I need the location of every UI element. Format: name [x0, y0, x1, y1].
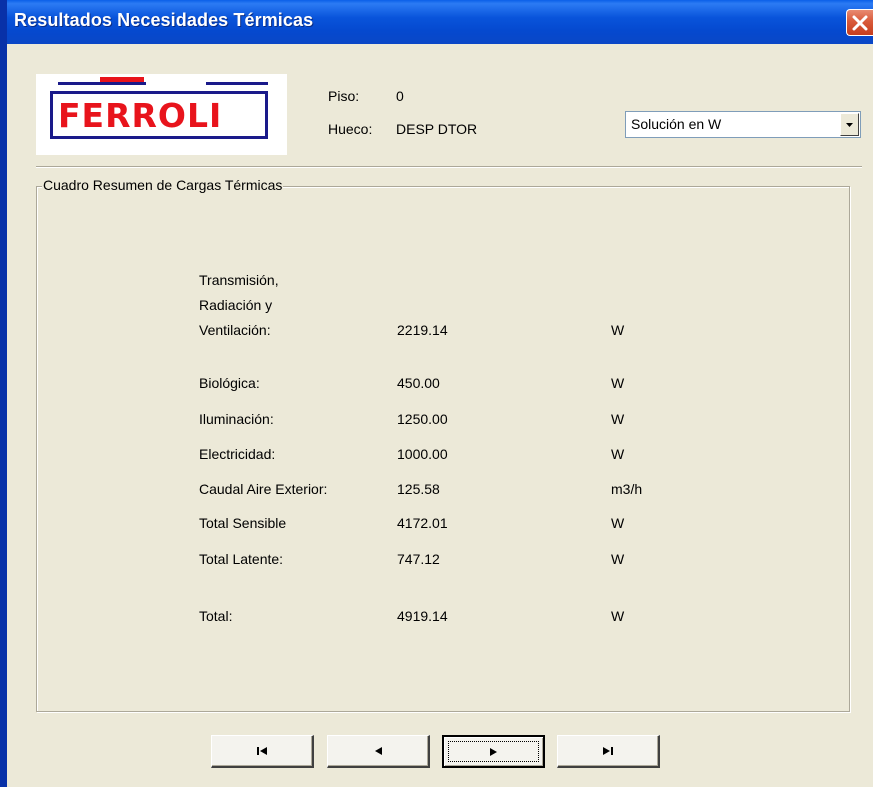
row-unit-total: W	[611, 608, 625, 624]
row-label-iluminacion: Iluminación:	[199, 411, 274, 427]
row-unit-biologica: W	[611, 375, 625, 391]
row-unit-electricidad: W	[611, 446, 625, 462]
units-select[interactable]: Solución en W	[625, 111, 861, 138]
first-record-button[interactable]	[211, 735, 314, 768]
close-icon	[852, 15, 868, 31]
row-value-caudal-aire: 125.58	[397, 481, 440, 497]
window-title: Resultados Necesidades Térmicas	[14, 10, 314, 30]
piso-label: Piso:	[328, 88, 360, 104]
row-label-caudal-aire: Caudal Aire Exterior:	[199, 481, 328, 497]
first-record-icon	[257, 747, 267, 755]
row-unit-total-latente: W	[611, 551, 625, 567]
row-value-total-latente: 747.12	[397, 551, 440, 567]
row-value-total-sensible: 4172.01	[397, 515, 448, 531]
row-value-total: 4919.14	[397, 608, 448, 624]
row-unit-total-sensible: W	[611, 515, 625, 531]
previous-record-icon	[375, 747, 382, 755]
summary-title: Cuadro Resumen de Cargas Térmicas	[42, 177, 284, 193]
row-value-biologica: 450.00	[397, 375, 440, 391]
piso-value: 0	[396, 88, 404, 104]
last-record-icon	[603, 747, 613, 755]
next-record-icon	[489, 747, 497, 756]
previous-record-button[interactable]	[327, 735, 430, 768]
logo-text: FERROLI	[58, 96, 223, 135]
hueco-label: Hueco:	[328, 121, 373, 137]
row-value-iluminacion: 1250.00	[397, 411, 448, 427]
ferroli-logo: FERROLI	[36, 74, 287, 155]
row-unit-iluminacion: W	[611, 411, 625, 427]
row-unit-caudal-aire: m3/h	[611, 481, 643, 497]
row-unit-transmision: W	[611, 322, 625, 338]
chevron-down-icon	[846, 123, 853, 127]
next-record-button[interactable]	[442, 735, 545, 768]
row-label-transmision-line3: Ventilación:	[199, 322, 271, 338]
row-label-total: Total:	[199, 608, 233, 624]
row-label-biologica: Biológica:	[199, 375, 260, 391]
row-label-electricidad: Electricidad:	[199, 446, 276, 462]
row-label-total-latente: Total Latente:	[199, 551, 284, 567]
last-record-button[interactable]	[557, 735, 660, 768]
units-select-dropdown-button[interactable]	[840, 113, 859, 136]
row-label-total-sensible: Total Sensible	[199, 515, 287, 531]
row-label-transmision-line2: Radiación y	[199, 297, 273, 313]
row-value-electricidad: 1000.00	[397, 446, 448, 462]
row-label-transmision-line1: Transmisión,	[199, 272, 279, 288]
row-value-transmision: 2219.14	[397, 322, 448, 338]
hueco-value: DESP DTOR	[396, 121, 478, 137]
window-frame-left	[0, 44, 7, 787]
close-button[interactable]	[846, 9, 873, 36]
units-select-value: Solución en W	[631, 116, 722, 132]
